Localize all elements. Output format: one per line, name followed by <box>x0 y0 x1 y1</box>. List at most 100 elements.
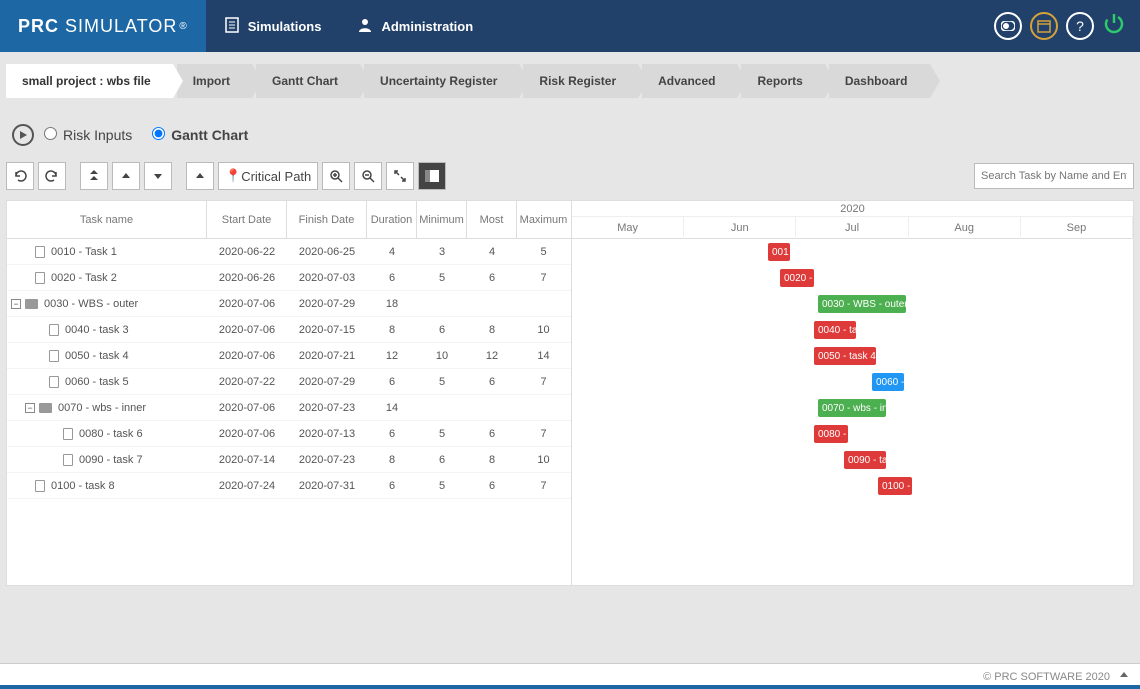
cell-finish: 2020-07-23 <box>287 402 367 414</box>
document-icon <box>63 454 73 466</box>
breadcrumb-tabs: small project : wbs fileImportGantt Char… <box>6 64 1140 98</box>
tab-small-project-wbs-file[interactable]: small project : wbs file <box>6 64 173 98</box>
expand-icon[interactable]: − <box>25 403 35 413</box>
table-row[interactable]: 0010 - Task 12020-06-222020-06-254345 <box>7 239 571 265</box>
cell-max: 10 <box>517 324 570 336</box>
task-name-label: 0030 - WBS - outer <box>44 298 138 310</box>
cell-min: 5 <box>417 428 467 440</box>
col-most[interactable]: Most <box>467 201 517 238</box>
expand-up-button[interactable] <box>112 162 140 190</box>
table-row[interactable]: 0090 - task 72020-07-142020-07-2386810 <box>7 447 571 473</box>
gantt-bar[interactable]: 0060 - <box>872 373 904 391</box>
gantt-bar[interactable]: 0070 - wbs - in <box>818 399 886 417</box>
cell-finish: 2020-07-13 <box>287 428 367 440</box>
expand-icon[interactable]: − <box>11 299 21 309</box>
cell-start: 2020-07-06 <box>207 324 287 336</box>
table-row[interactable]: 0080 - task 62020-07-062020-07-136567 <box>7 421 571 447</box>
cell-finish: 2020-06-25 <box>287 246 367 258</box>
table-row[interactable]: 0020 - Task 22020-06-262020-07-036567 <box>7 265 571 291</box>
gantt-container: Task name Start Date Finish Date Duratio… <box>6 200 1134 586</box>
scroll-up-button[interactable] <box>186 162 214 190</box>
gantt-bar[interactable]: 001 <box>768 243 790 261</box>
cell-min: 6 <box>417 324 467 336</box>
radio-risk-inputs[interactable]: Risk Inputs <box>44 127 132 143</box>
help-icon[interactable]: ? <box>1066 12 1094 40</box>
table-row[interactable]: −0070 - wbs - inner2020-07-062020-07-231… <box>7 395 571 421</box>
cell-most: 6 <box>467 376 517 388</box>
cell-start: 2020-07-24 <box>207 480 287 492</box>
gantt-bar[interactable]: 0040 - ta <box>814 321 856 339</box>
cell-finish: 2020-07-15 <box>287 324 367 336</box>
gantt-bar[interactable]: 0100 - <box>878 477 912 495</box>
cell-dur: 14 <box>367 402 417 414</box>
cell-most: 4 <box>467 246 517 258</box>
gantt-bar[interactable]: 0030 - WBS - outer <box>818 295 906 313</box>
table-row[interactable]: 0060 - task 52020-07-222020-07-296567 <box>7 369 571 395</box>
task-name-label: 0020 - Task 2 <box>51 272 117 284</box>
table-row[interactable]: 0040 - task 32020-07-062020-07-1586810 <box>7 317 571 343</box>
col-minimum[interactable]: Minimum <box>417 201 467 238</box>
table-row[interactable]: −0030 - WBS - outer2020-07-062020-07-291… <box>7 291 571 317</box>
cell-start: 2020-06-22 <box>207 246 287 258</box>
cell-start: 2020-07-06 <box>207 350 287 362</box>
gantt-bars-area[interactable]: 001 0020 -0030 - WBS - outer 0040 - ta 0050… <box>572 239 1133 579</box>
cell-max: 14 <box>517 350 570 362</box>
col-start-date[interactable]: Start Date <box>207 201 287 238</box>
expand-down-button[interactable] <box>144 162 172 190</box>
tab-reports[interactable]: Reports <box>741 64 824 98</box>
zoom-out-button[interactable] <box>354 162 382 190</box>
gantt-chart-panel: 2020 MayJunJulAugSep 0010020 -0030 - WBS… <box>572 201 1133 585</box>
cell-max: 7 <box>517 428 570 440</box>
user-icon <box>357 17 373 36</box>
toggle-panel-button[interactable] <box>418 162 446 190</box>
col-task-name[interactable]: Task name <box>7 201 207 238</box>
month-jun: Jun <box>684 217 796 239</box>
cell-dur: 18 <box>367 298 417 310</box>
cell-dur: 6 <box>367 376 417 388</box>
table-row[interactable]: 0050 - task 42020-07-062020-07-211210121… <box>7 343 571 369</box>
scroll-top-icon[interactable] <box>1118 669 1130 684</box>
redo-button[interactable] <box>38 162 66 190</box>
task-name-label: 0080 - task 6 <box>79 428 143 440</box>
gantt-bar[interactable]: 0020 - <box>780 269 814 287</box>
tab-dashboard[interactable]: Dashboard <box>829 64 930 98</box>
nav-simulations[interactable]: Simulations <box>206 0 340 52</box>
col-duration[interactable]: Duration <box>367 201 417 238</box>
tab-gantt-chart[interactable]: Gantt Chart <box>256 64 360 98</box>
cell-min: 6 <box>417 454 467 466</box>
gantt-bar[interactable]: 0050 - task 4 <box>814 347 876 365</box>
undo-button[interactable] <box>6 162 34 190</box>
cell-most: 6 <box>467 428 517 440</box>
power-icon[interactable] <box>1102 11 1126 42</box>
play-icon[interactable] <box>12 124 34 146</box>
radio-gantt-chart[interactable]: Gantt Chart <box>152 127 248 143</box>
search-input[interactable] <box>974 163 1134 189</box>
tab-risk-register[interactable]: Risk Register <box>523 64 638 98</box>
task-name-label: 0100 - task 8 <box>51 480 115 492</box>
nav-administration[interactable]: Administration <box>339 0 491 52</box>
calendar-icon[interactable] <box>1030 12 1058 40</box>
cell-max: 10 <box>517 454 570 466</box>
collapse-all-button[interactable] <box>80 162 108 190</box>
col-maximum[interactable]: Maximum <box>517 201 570 238</box>
critical-path-button[interactable]: 📍Critical Path <box>218 162 318 190</box>
gantt-bar[interactable]: 0080 - <box>814 425 848 443</box>
document-icon <box>49 376 59 388</box>
table-row[interactable]: 0100 - task 82020-07-242020-07-316567 <box>7 473 571 499</box>
tab-advanced[interactable]: Advanced <box>642 64 737 98</box>
gantt-bar[interactable]: 0090 - ta <box>844 451 886 469</box>
month-jul: Jul <box>796 217 908 239</box>
task-name-label: 0050 - task 4 <box>65 350 129 362</box>
fit-button[interactable] <box>386 162 414 190</box>
col-finish-date[interactable]: Finish Date <box>287 201 367 238</box>
tab-import[interactable]: Import <box>177 64 252 98</box>
tab-uncertainty-register[interactable]: Uncertainty Register <box>364 64 519 98</box>
document-icon <box>49 324 59 336</box>
toggle-icon[interactable] <box>994 12 1022 40</box>
zoom-in-button[interactable] <box>322 162 350 190</box>
task-name-label: 0040 - task 3 <box>65 324 129 336</box>
topbar-right: ? <box>994 11 1140 42</box>
cell-start: 2020-06-26 <box>207 272 287 284</box>
document-icon <box>49 350 59 362</box>
folder-icon <box>25 299 38 309</box>
